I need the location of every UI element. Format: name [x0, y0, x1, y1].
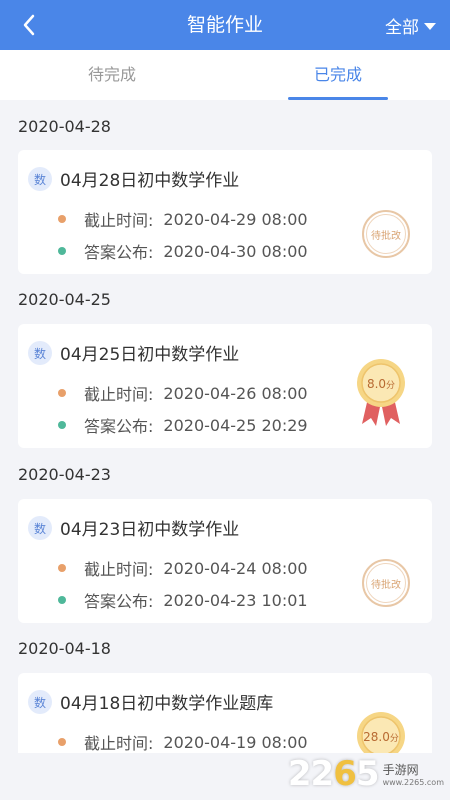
homework-title: 04月25日初中数学作业: [60, 345, 240, 365]
score-text: 28.0分: [354, 730, 408, 744]
homework-title: 04月23日初中数学作业: [60, 520, 240, 540]
answer-dot: [58, 596, 66, 604]
deadline-row: 截止时间: 2020-04-29 08:00: [58, 207, 308, 231]
tab-completed[interactable]: 已完成: [268, 50, 408, 100]
medal-icon: [357, 359, 405, 426]
tab-bar: 待完成 已完成: [0, 50, 450, 100]
watermark-brand-name: 手游网: [382, 763, 419, 777]
score-value: 28.0: [363, 730, 390, 744]
deadline-dot: [58, 389, 66, 397]
deadline-label: 截止时间:: [84, 385, 154, 404]
top-bar: 智能作业 全部: [0, 0, 450, 50]
homework-card[interactable]: 数 04月18日初中数学作业题库 截止时间: 2020-04-19 08:00 …: [18, 673, 432, 753]
deadline-label: 截止时间:: [84, 560, 154, 579]
watermark-brand: 手游网 www.2265.com: [383, 761, 444, 787]
site-watermark: 2265 手游网 www.2265.com: [288, 754, 444, 794]
homework-title: 04月28日初中数学作业: [60, 171, 240, 191]
tab-pending[interactable]: 待完成: [42, 50, 182, 100]
deadline-label: 截止时间:: [84, 211, 154, 230]
answer-value: 2020-04-30 08:00: [163, 241, 308, 261]
answer-value: 2020-04-25 20:29: [163, 415, 308, 435]
subject-badge: 数: [28, 341, 52, 365]
answer-dot: [58, 421, 66, 429]
deadline-dot: [58, 564, 66, 572]
group-date: 2020-04-18: [18, 639, 111, 658]
score-unit: 分: [386, 381, 396, 391]
tab-completed-label: 已完成: [313, 65, 362, 84]
subject-badge: 数: [28, 167, 52, 191]
deadline-row: 截止时间: 2020-04-19 08:00: [58, 730, 308, 753]
deadline-row: 截止时间: 2020-04-24 08:00: [58, 556, 308, 580]
answer-row: 答案公布: 2020-04-23 10:01: [58, 588, 308, 612]
deadline-value: 2020-04-19 08:00: [163, 732, 308, 752]
deadline-value: 2020-04-29 08:00: [163, 209, 308, 229]
answer-label: 答案公布:: [84, 592, 154, 611]
subject-badge: 数: [28, 516, 52, 540]
score-value: 8.0: [366, 377, 387, 391]
subject-badge: 数: [28, 690, 52, 714]
pending-review-text: 待批改: [366, 563, 406, 603]
answer-dot: [58, 247, 66, 255]
pending-review-stamp: 待批改: [362, 210, 410, 258]
homework-card[interactable]: 数 04月23日初中数学作业 截止时间: 2020-04-24 08:00 答案…: [18, 499, 432, 623]
group-date: 2020-04-28: [18, 117, 111, 136]
deadline-value: 2020-04-24 08:00: [163, 558, 308, 578]
watermark-url: www.2265.com: [382, 778, 444, 787]
filter-dropdown[interactable]: 全部: [385, 0, 436, 50]
watermark-digits-a: 22: [287, 754, 334, 794]
answer-row: 答案公布: 2020-04-30 08:00: [58, 239, 308, 263]
answer-value: 2020-04-23 10:01: [163, 590, 308, 610]
chevron-left-icon: [23, 14, 35, 36]
page-title: 智能作业: [186, 14, 263, 36]
answer-label: 答案公布:: [84, 417, 154, 436]
watermark-digits-b: 6: [333, 754, 357, 794]
score-medal: 8.0分: [354, 358, 408, 430]
deadline-label: 截止时间:: [84, 734, 154, 753]
deadline-row: 截止时间: 2020-04-26 08:00: [58, 381, 308, 405]
pending-review-stamp: 待批改: [362, 559, 410, 607]
group-date: 2020-04-23: [18, 465, 111, 484]
watermark-digits-c: 5: [355, 754, 380, 794]
deadline-dot: [58, 215, 66, 223]
filter-label: 全部: [385, 17, 419, 38]
group-date: 2020-04-25: [18, 290, 111, 309]
answer-label: 答案公布:: [84, 243, 154, 262]
watermark-number: 2265: [287, 754, 380, 794]
back-button[interactable]: [14, 10, 44, 40]
caret-down-icon: [424, 22, 436, 30]
active-tab-indicator: [288, 97, 388, 100]
score-medal: 28.0分: [354, 711, 408, 753]
homework-title: 04月18日初中数学作业题库: [60, 694, 274, 714]
homework-card[interactable]: 数 04月28日初中数学作业 截止时间: 2020-04-29 08:00 答案…: [18, 150, 432, 274]
deadline-value: 2020-04-26 08:00: [163, 383, 308, 403]
homework-card[interactable]: 数 04月25日初中数学作业 截止时间: 2020-04-26 08:00 答案…: [18, 324, 432, 448]
pending-review-text: 待批改: [366, 214, 406, 254]
score-unit: 分: [389, 734, 399, 744]
score-text: 8.0分: [354, 377, 408, 391]
deadline-dot: [58, 738, 66, 746]
answer-row: 答案公布: 2020-04-25 20:29: [58, 413, 308, 437]
